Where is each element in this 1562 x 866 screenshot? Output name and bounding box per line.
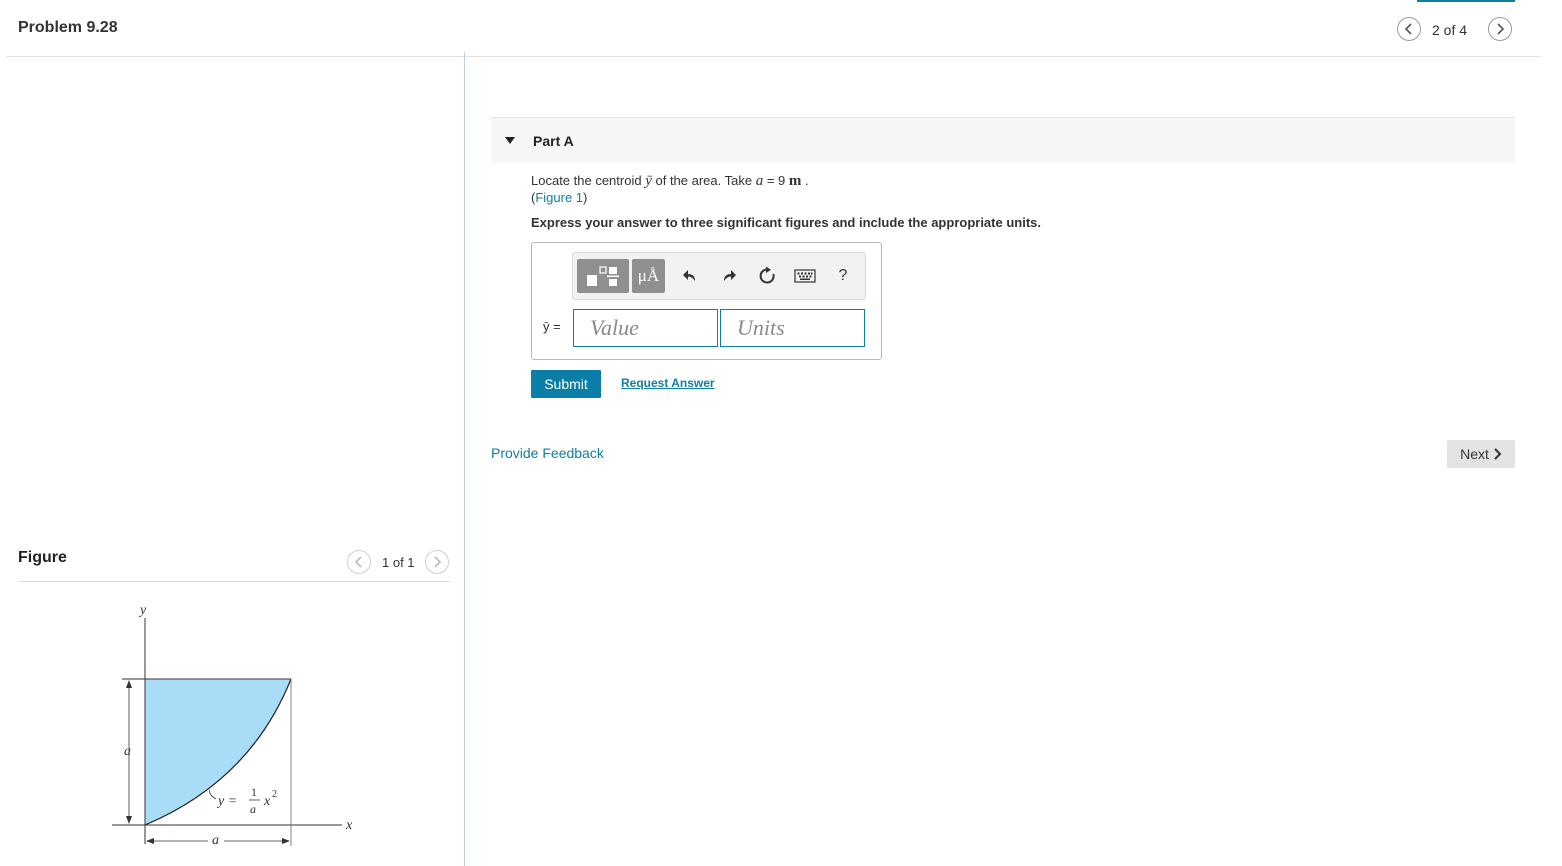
next-button[interactable]: Next xyxy=(1447,440,1515,468)
problem-title: Problem 9.28 xyxy=(18,19,118,36)
chevron-right-icon xyxy=(1497,23,1505,35)
next-problem-button[interactable] xyxy=(1488,17,1512,41)
height-label: a xyxy=(124,744,131,759)
width-arrow-right xyxy=(282,838,290,844)
undo-button[interactable] xyxy=(676,259,704,293)
submit-button[interactable]: Submit xyxy=(531,370,601,398)
part-label: Part A xyxy=(533,133,574,149)
height-arrow-bottom xyxy=(126,816,132,824)
y-axis-label: y xyxy=(138,603,147,618)
provide-feedback-link[interactable]: Provide Feedback xyxy=(491,445,604,461)
figure-pager-text: 1 of 1 xyxy=(382,555,415,570)
answer-variable-label: ȳ = xyxy=(543,319,561,334)
prompt-text-end: . xyxy=(801,173,809,188)
figure-divider xyxy=(18,581,450,582)
prompt-text-start: Locate the centroid xyxy=(531,173,646,188)
figure-title: Figure xyxy=(18,549,67,566)
equation-denominator: a xyxy=(250,802,256,816)
prev-figure-button[interactable] xyxy=(347,550,371,574)
figure-diagram: y x a a y = 1 a x 2 xyxy=(112,603,353,848)
instruction-text: Express your answer to three significant… xyxy=(531,215,1041,230)
chevron-left-icon xyxy=(354,556,362,568)
units-input[interactable]: Units xyxy=(720,309,865,347)
top-accent-bar xyxy=(1417,0,1515,2)
redo-button[interactable] xyxy=(715,259,743,293)
prompt-a-value: = 9 xyxy=(763,173,789,188)
header-divider xyxy=(6,56,1541,57)
width-arrow-left xyxy=(146,838,154,844)
equation-x: x xyxy=(263,794,271,809)
width-label: a xyxy=(212,833,219,848)
figure-link[interactable]: Figure 1 xyxy=(535,190,583,205)
chevron-left-icon xyxy=(1404,23,1412,35)
prompt-variable: ȳ xyxy=(645,173,652,189)
chevron-right-icon xyxy=(434,556,442,568)
template-icon xyxy=(587,266,619,286)
equation-numerator: 1 xyxy=(251,785,257,799)
reset-button[interactable] xyxy=(753,259,781,293)
caret-down-icon[interactable] xyxy=(505,137,515,144)
units-button[interactable]: μÅ xyxy=(632,259,665,293)
templates-button[interactable] xyxy=(577,259,629,293)
x-axis-label: x xyxy=(345,818,353,833)
chevron-right-icon xyxy=(1494,448,1502,460)
equation-leader xyxy=(209,789,217,800)
prompt-text-middle: of the area. Take xyxy=(651,173,756,188)
next-button-label: Next xyxy=(1460,446,1489,462)
keyboard-icon xyxy=(794,269,816,283)
figure-reference: (Figure 1) xyxy=(531,190,587,205)
part-header-bar[interactable] xyxy=(491,117,1515,163)
height-arrow-top xyxy=(126,680,132,688)
value-input[interactable]: Value xyxy=(573,309,718,347)
prev-problem-button[interactable] xyxy=(1397,17,1421,41)
help-button[interactable]: ? xyxy=(829,259,857,293)
equation-exponent: 2 xyxy=(272,789,277,800)
prompt-unit: m xyxy=(788,173,802,189)
keyboard-button[interactable] xyxy=(791,259,819,293)
undo-icon xyxy=(683,270,695,281)
figure-paren-close: ) xyxy=(583,190,588,205)
equation-lhs: y = xyxy=(216,794,237,809)
panel-divider xyxy=(464,52,465,866)
problem-pager-text: 2 of 4 xyxy=(1432,22,1468,38)
request-answer-link[interactable]: Request Answer xyxy=(621,376,715,390)
question-prompt: Locate the centroid ȳ of the area. Take … xyxy=(531,173,809,190)
reset-icon xyxy=(759,266,775,284)
next-figure-button[interactable] xyxy=(425,550,449,574)
redo-icon xyxy=(724,270,736,281)
